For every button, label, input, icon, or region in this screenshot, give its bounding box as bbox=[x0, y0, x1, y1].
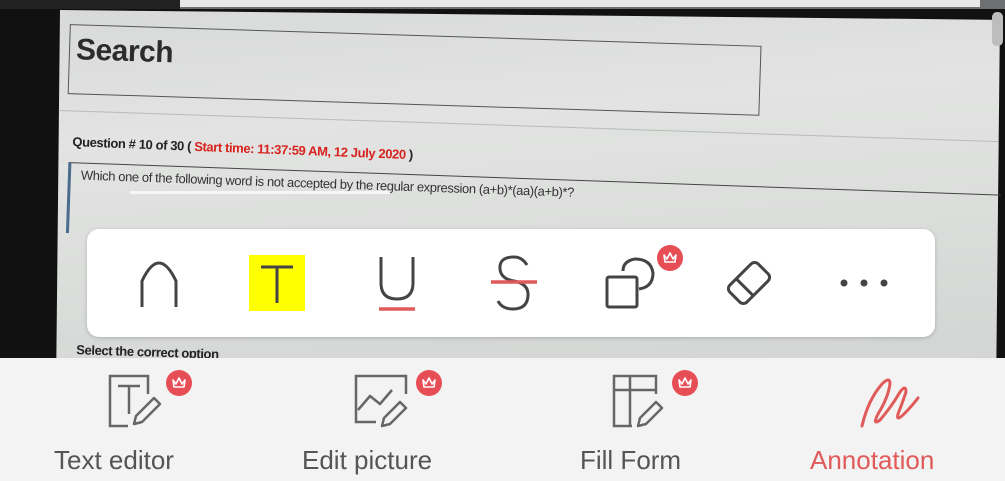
premium-crown-badge bbox=[166, 370, 192, 396]
nav-label-fill-form: Fill Form bbox=[580, 445, 682, 475]
edit-picture-icon bbox=[354, 374, 408, 428]
scrollbar-thumb[interactable] bbox=[992, 12, 1003, 46]
start-time: Start time: 11:37:59 AM, 12 July 2020 bbox=[194, 138, 407, 162]
strikethrough-tool-button[interactable] bbox=[482, 251, 546, 315]
eraser-tool-button[interactable] bbox=[717, 251, 781, 315]
search-heading: Search bbox=[75, 33, 174, 70]
fill-form-icon bbox=[612, 374, 664, 428]
select-option-text: Select the correct option bbox=[76, 342, 219, 358]
nav-label-annotation: Annotation bbox=[810, 445, 935, 475]
pen-tool-button[interactable] bbox=[127, 251, 191, 315]
bottom-nav: Text editor Edit picture Fill Form Annot… bbox=[0, 358, 1005, 481]
nav-item-text-editor[interactable]: Text editor bbox=[40, 358, 230, 481]
crown-icon bbox=[422, 377, 436, 388]
question-header: Question # 10 of 30 ( Start time: 11:37:… bbox=[72, 134, 413, 162]
nav-label-text-editor: Text editor bbox=[54, 445, 174, 475]
text-editor-icon bbox=[108, 374, 162, 428]
underline-icon bbox=[379, 257, 415, 311]
crown-icon bbox=[663, 252, 677, 263]
premium-crown-badge bbox=[416, 370, 442, 396]
nav-item-annotation[interactable]: Annotation bbox=[800, 358, 990, 481]
crown-icon bbox=[172, 377, 186, 388]
pen-nib-icon bbox=[140, 261, 178, 307]
highlight-text-icon bbox=[249, 255, 305, 311]
search-box: Search bbox=[67, 24, 762, 116]
nav-label-edit-picture: Edit picture bbox=[302, 445, 433, 475]
nav-item-fill-form[interactable]: Fill Form bbox=[560, 358, 730, 481]
highlight-tool-button[interactable] bbox=[245, 251, 309, 315]
question-suffix: ) bbox=[408, 147, 414, 163]
nav-item-edit-picture[interactable]: Edit picture bbox=[290, 358, 490, 481]
question-text: Which one of the following word is not a… bbox=[80, 167, 575, 200]
premium-crown-badge bbox=[672, 370, 698, 396]
shapes-icon bbox=[605, 257, 655, 309]
annotation-toolbar bbox=[87, 229, 935, 337]
crown-icon bbox=[678, 377, 692, 388]
more-dots-icon bbox=[840, 279, 888, 287]
eraser-icon bbox=[726, 260, 772, 306]
divider bbox=[58, 109, 999, 143]
underline-tool-button[interactable] bbox=[365, 251, 429, 315]
top-strip bbox=[0, 0, 1005, 9]
drawn-stroke bbox=[130, 191, 390, 194]
premium-crown-badge bbox=[657, 245, 683, 271]
strikethrough-icon bbox=[491, 255, 537, 311]
shapes-tool-button[interactable] bbox=[599, 251, 663, 315]
more-tool-button[interactable] bbox=[832, 251, 896, 315]
annotation-squiggle-icon bbox=[860, 378, 920, 428]
question-number: Question # 10 of 30 ( bbox=[72, 134, 192, 154]
